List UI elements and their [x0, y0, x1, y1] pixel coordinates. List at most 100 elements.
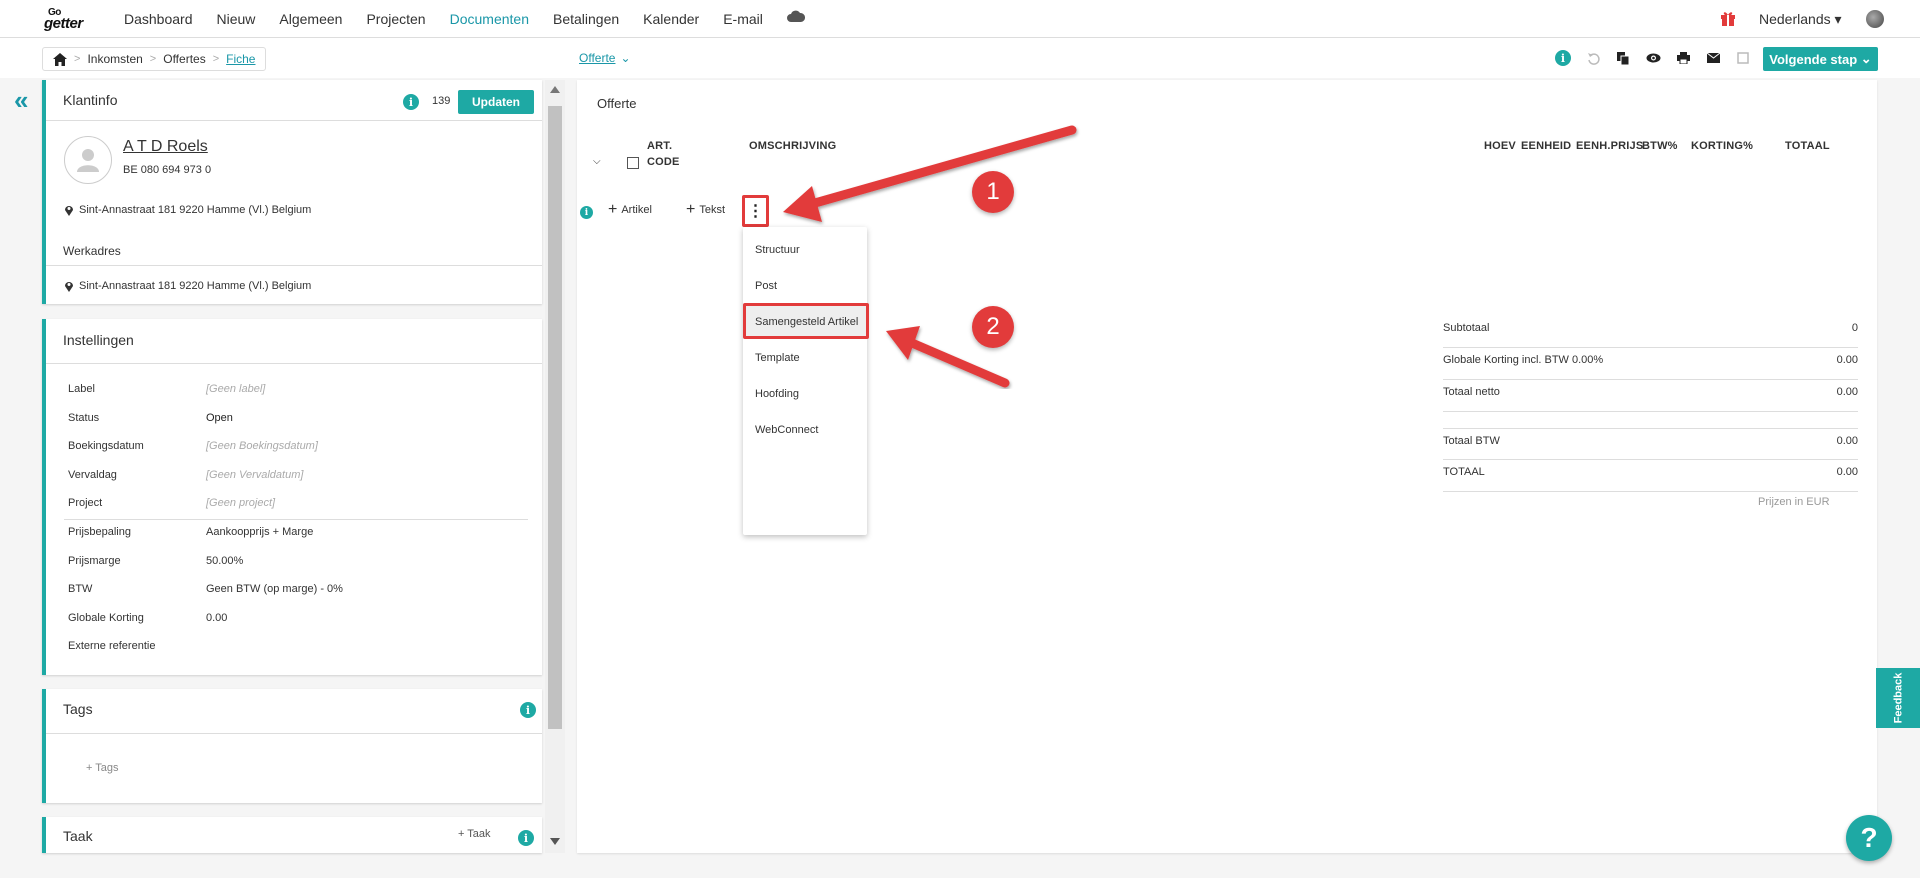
menu-item-template[interactable]: Template [755, 352, 800, 364]
breadcrumb-inkomsten[interactable]: Inkomsten [87, 52, 142, 66]
totals-label: Subtotaal [1443, 322, 1490, 334]
klantinfo-card: Klantinfo i 139 Updaten A T D Roels BE 0… [42, 80, 542, 304]
info-icon[interactable]: i [518, 830, 534, 846]
menu-item-structuur[interactable]: Structuur [755, 244, 800, 256]
breadcrumb-offertes[interactable]: Offertes [163, 52, 205, 66]
breadcrumb-separator: > [74, 53, 81, 65]
breadcrumb-fiche[interactable]: Fiche [226, 52, 255, 66]
setting-label: BTW [68, 583, 93, 595]
user-avatar[interactable] [1866, 10, 1884, 28]
setting-label: Status [68, 412, 100, 424]
user-icon [77, 149, 99, 172]
update-button[interactable]: Updaten [458, 90, 534, 114]
add-taak-label: Taak [467, 828, 491, 840]
map-pin-icon [65, 206, 73, 216]
divider [46, 363, 542, 364]
setting-value-label[interactable]: [Geen label] [206, 383, 265, 395]
cloud-icon[interactable] [786, 10, 805, 22]
menu-item-samengesteld-artikel[interactable]: Samengesteld Artikel [755, 316, 858, 328]
breadcrumb: > Inkomsten > Offertes > Fiche [42, 47, 267, 71]
setting-value-prijsmarge[interactable]: 50.00% [206, 555, 243, 567]
copy-button[interactable] [1614, 49, 1632, 67]
language-selector[interactable]: Nederlands ▾ [1759, 11, 1842, 28]
menu-item-hoofding[interactable]: Hoofding [755, 388, 799, 400]
customer-name[interactable]: A T D Roels [123, 138, 208, 156]
add-tekst-label: Tekst [699, 204, 726, 216]
add-artikel-button[interactable]: + Artikel [608, 202, 652, 218]
setting-value-vervaldag[interactable]: [Geen Vervaldatum] [206, 469, 303, 481]
nav-email[interactable]: E-mail [723, 11, 763, 27]
mail-button[interactable] [1704, 49, 1722, 67]
setting-label: Globale Korting [68, 612, 144, 624]
taak-card: Taak + Taak i [42, 817, 542, 853]
tags-card: Tags i + Tags [42, 689, 542, 803]
address-text: Sint-Annastraat 181 9220 Hamme (Vl.) Bel… [79, 204, 312, 216]
info-icon[interactable]: i [580, 206, 593, 219]
totals-value: 0.00 [1836, 386, 1858, 398]
menu-item-post[interactable]: Post [755, 280, 777, 292]
nav-nieuw[interactable]: Nieuw [217, 11, 256, 27]
scroll-up-arrow-icon[interactable] [550, 86, 560, 93]
top-navigation: Go getter Dashboard Nieuw Algemeen Proje… [0, 0, 1920, 38]
add-tekst-button[interactable]: + Tekst [686, 202, 726, 218]
document-type-dropdown[interactable]: Offerte ⌄ [579, 51, 631, 65]
feedback-tab[interactable]: Feedback [1876, 668, 1920, 728]
expand-button[interactable] [1734, 49, 1752, 67]
chevron-down-icon: ⌄ [1860, 51, 1872, 66]
menu-item-webconnect[interactable]: WebConnect [755, 424, 818, 436]
setting-value-btw[interactable]: Geen BTW (op marge) - 0% [206, 583, 343, 595]
tags-title: Tags [63, 701, 93, 717]
more-options-button[interactable]: ⋮ [742, 195, 769, 227]
column-art: ART. [647, 140, 673, 152]
left-panel-scrollbar[interactable] [545, 80, 565, 853]
setting-value-status[interactable]: Open [206, 412, 233, 424]
setting-label: Label [68, 383, 95, 395]
help-button[interactable]: ? [1846, 815, 1892, 861]
collapse-chevron-icon[interactable]: ⌵ [593, 156, 601, 167]
totals-value: 0.00 [1836, 435, 1858, 447]
scrollbar-thumb[interactable] [548, 106, 562, 729]
column-eenhprijs: EENH.PRIJS [1576, 140, 1644, 152]
setting-value-boekingsdatum[interactable]: [Geen Boekingsdatum] [206, 440, 318, 452]
gogetter-logo[interactable]: Go getter [44, 7, 102, 32]
column-code: CODE [647, 156, 680, 168]
setting-label: Externe referentie [68, 640, 156, 652]
add-artikel-label: Artikel [621, 204, 652, 216]
collapse-panel-icon[interactable]: « [14, 87, 28, 113]
eye-icon [1646, 53, 1660, 63]
add-tag-button[interactable]: + Tags [86, 762, 119, 774]
column-hoev: HOEV [1484, 140, 1516, 152]
next-step-button[interactable]: Volgende stap ⌄ [1763, 47, 1878, 71]
scroll-down-arrow-icon[interactable] [550, 838, 560, 845]
setting-value-prijsbepaling[interactable]: Aankoopprijs + Marge [206, 526, 313, 538]
totals-row: TOTAAL 0.00 [1443, 460, 1858, 492]
setting-value-project[interactable]: [Geen project] [206, 497, 275, 509]
undo-icon [1587, 52, 1600, 65]
add-taak-button[interactable]: + Taak [458, 828, 491, 840]
nav-kalender[interactable]: Kalender [643, 11, 699, 27]
info-button[interactable]: i [1554, 49, 1572, 67]
werkadres-text: Sint-Annastraat 181 9220 Hamme (Vl.) Bel… [79, 280, 312, 292]
info-icon[interactable]: i [520, 702, 536, 718]
werkadres-label: Werkadres [63, 244, 121, 258]
totals-label: Globale Korting incl. BTW 0.00% [1443, 354, 1604, 366]
nav-projecten[interactable]: Projecten [366, 11, 425, 27]
nav-dashboard[interactable]: Dashboard [124, 11, 193, 27]
annotation-badge-1: 1 [972, 171, 1014, 213]
totals-row: Totaal BTW 0.00 [1443, 428, 1858, 460]
info-icon[interactable]: i [403, 94, 419, 110]
home-icon[interactable] [53, 52, 67, 66]
nav-algemeen[interactable]: Algemeen [279, 11, 342, 27]
nav-betalingen[interactable]: Betalingen [553, 11, 619, 27]
nav-documenten[interactable]: Documenten [450, 11, 529, 27]
select-all-checkbox[interactable] [627, 157, 639, 169]
print-icon [1676, 52, 1690, 64]
setting-value-korting[interactable]: 0.00 [206, 612, 227, 624]
print-button[interactable] [1674, 49, 1692, 67]
gift-icon[interactable] [1720, 10, 1736, 26]
column-btw: BTW% [1642, 140, 1678, 152]
column-korting: KORTING% [1691, 140, 1754, 152]
breadcrumb-bar: > Inkomsten > Offertes > Fiche Offerte ⌄ … [0, 38, 1920, 78]
preview-button[interactable] [1644, 49, 1662, 67]
undo-button[interactable] [1584, 49, 1602, 67]
